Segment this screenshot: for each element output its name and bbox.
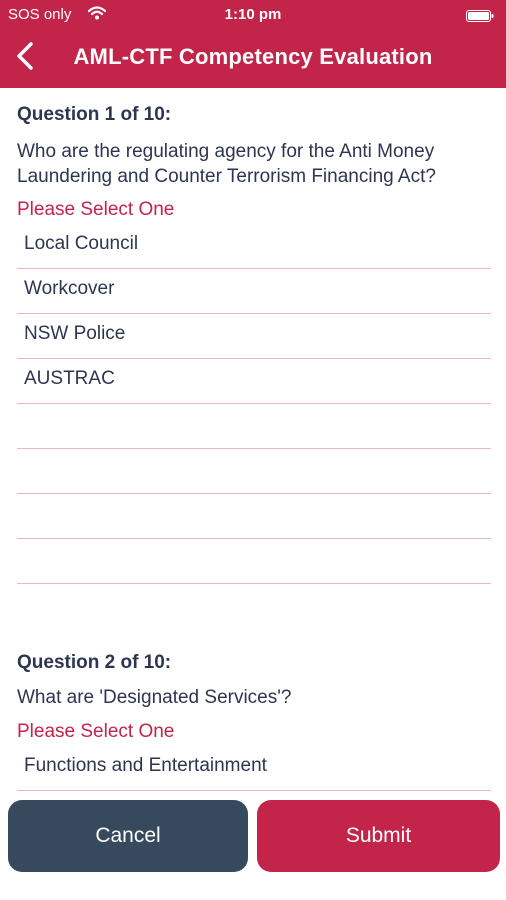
answer-option[interactable]: AUSTRAC [17, 359, 491, 404]
select-prompt: Please Select One [17, 199, 175, 220]
question-text: Who are the regulating agency for the An… [17, 139, 505, 189]
answer-list: Functions and Entertainment [17, 746, 491, 791]
cancel-button[interactable]: Cancel [8, 800, 248, 872]
answer-list: Local Council Workcover NSW Police AUSTR… [17, 224, 491, 584]
battery-icon [466, 9, 494, 22]
status-bar: SOS only 1:10 pm [0, 0, 506, 30]
question-text-line: Laundering and Counter Terrorism Financi… [17, 166, 436, 187]
page-title: AML-CTF Competency Evaluation [73, 44, 433, 69]
answer-option[interactable]: NSW Police [17, 314, 491, 359]
question-number: Question 1 of 10: [17, 104, 172, 125]
answer-option[interactable]: Functions and Entertainment [17, 746, 491, 791]
empty-row [17, 539, 491, 584]
header: SOS only 1:10 pm AML-CTF Competency Eval… [0, 0, 506, 88]
question-list[interactable]: Question 1 of 10: Who are the regulating… [0, 88, 506, 800]
question-text: What are 'Designated Services'? [17, 685, 505, 710]
answer-option[interactable]: Local Council [17, 224, 491, 269]
empty-row [17, 494, 491, 539]
question-number: Question 2 of 10: [17, 652, 172, 673]
navigation-bar: AML-CTF Competency Evaluation [0, 30, 506, 88]
clock: 1:10 pm [224, 6, 282, 23]
submit-button[interactable]: Submit [257, 800, 500, 872]
empty-row [17, 404, 491, 449]
select-prompt: Please Select One [17, 721, 175, 742]
question-text-line: What are 'Designated Services'? [17, 687, 292, 708]
empty-row [17, 449, 491, 494]
question-text-line: Who are the regulating agency for the An… [17, 141, 435, 162]
answer-option[interactable]: Workcover [17, 269, 491, 314]
